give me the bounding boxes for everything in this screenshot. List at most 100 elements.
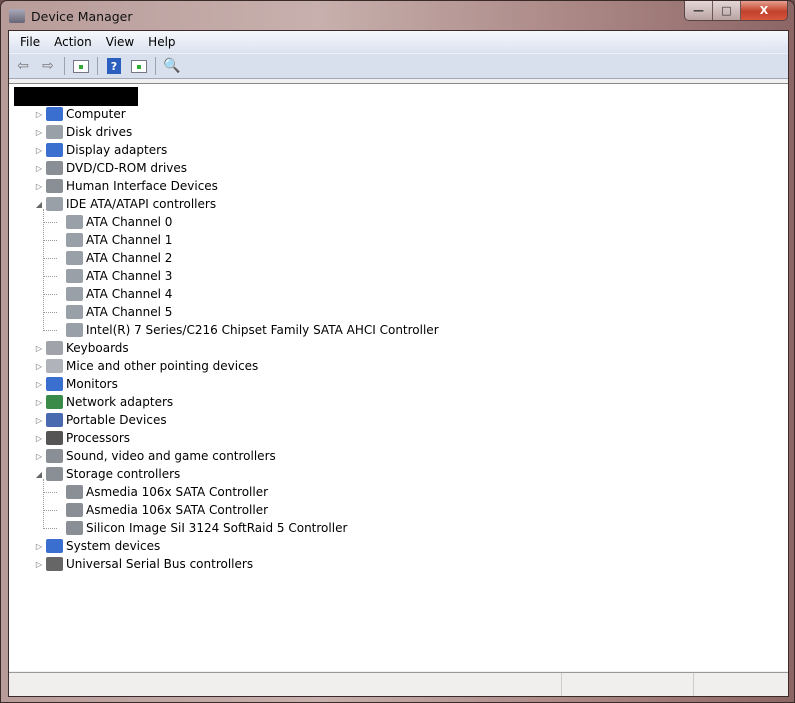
expand-arrow-icon[interactable]: ▷ <box>34 380 44 389</box>
expand-arrow-icon[interactable]: ▷ <box>34 452 44 461</box>
show-action-pane-icon[interactable] <box>128 56 150 76</box>
collapse-arrow-icon[interactable]: ◢ <box>34 200 44 209</box>
tree-item-label: Display adapters <box>66 143 168 157</box>
tree-item-label: Processors <box>66 431 131 445</box>
menu-view[interactable]: View <box>99 35 141 49</box>
tree-item-label: Storage controllers <box>66 467 181 481</box>
expand-arrow-icon[interactable]: ▷ <box>34 398 44 407</box>
maximize-button[interactable]: □ <box>713 1 741 20</box>
tree-item[interactable]: ▷ Human Interface Devices <box>34 177 218 195</box>
tree-item-label: Human Interface Devices <box>66 179 218 193</box>
tree-item-label: Portable Devices <box>66 413 167 427</box>
tree-item[interactable]: ATA Channel 4 <box>43 285 173 303</box>
speaker-icon <box>46 449 63 463</box>
tree-item[interactable]: ▷ System devices <box>34 537 160 555</box>
device-manager-window: Device Manager — □ X File Action View He… <box>0 0 795 703</box>
tree-item-label: ATA Channel 0 <box>86 215 173 229</box>
tree-item[interactable]: ▷ Disk drives <box>34 123 132 141</box>
dvd-drive-icon <box>46 161 63 175</box>
tree-item-label: Sound, video and game controllers <box>66 449 276 463</box>
ide-controller-icon <box>66 269 83 283</box>
tree-connector <box>43 528 57 529</box>
device-manager-icon <box>9 9 25 23</box>
storage-controller-icon <box>66 503 83 517</box>
tree-item[interactable]: ▷ Mice and other pointing devices <box>34 357 258 375</box>
show-hide-console-tree-icon[interactable] <box>70 56 92 76</box>
tree-item-label: ATA Channel 5 <box>86 305 173 319</box>
toolbar: ⇦ ⇨ ? 🔍 <box>9 53 788 79</box>
tree-connector <box>43 222 57 223</box>
tree-item[interactable]: ▷ Portable Devices <box>34 411 167 429</box>
device-tree: ▷ Computer ▷ Disk drives ▷ Display adapters ▷ D… <box>9 83 788 671</box>
ide-controller-icon <box>66 251 83 265</box>
redacted-computer-name <box>14 87 138 106</box>
tree-item[interactable]: ▷ Sound, video and game controllers <box>34 447 276 465</box>
storage-controller-icon <box>46 467 63 481</box>
tree-item[interactable]: ATA Channel 0 <box>43 213 173 231</box>
status-pane <box>562 673 694 696</box>
tree-item-label: Universal Serial Bus controllers <box>66 557 254 571</box>
processor-icon <box>46 431 63 445</box>
expand-arrow-icon[interactable]: ▷ <box>34 560 44 569</box>
network-adapter-icon <box>46 395 63 409</box>
expand-arrow-icon[interactable]: ▷ <box>34 164 44 173</box>
expand-arrow-icon[interactable]: ▷ <box>34 146 44 155</box>
tree-item-label: Asmedia 106x SATA Controller <box>86 485 269 499</box>
expand-arrow-icon[interactable]: ▷ <box>34 128 44 137</box>
expand-arrow-icon[interactable]: ▷ <box>34 362 44 371</box>
tree-item[interactable]: ▷ Display adapters <box>34 141 167 159</box>
minimize-button[interactable]: — <box>685 1 713 20</box>
close-button[interactable]: X <box>741 1 787 20</box>
tree-item[interactable]: Intel(R) 7 Series/C216 Chipset Family SA… <box>43 321 439 339</box>
tree-item[interactable]: ▷ Processors <box>34 429 130 447</box>
menu-action[interactable]: Action <box>47 35 99 49</box>
help-button[interactable]: ? <box>103 56 125 76</box>
tree-connector <box>43 330 57 331</box>
forward-arrow-icon[interactable]: ⇨ <box>37 56 59 76</box>
expand-arrow-icon[interactable]: ▷ <box>34 416 44 425</box>
tree-item[interactable]: ◢ Storage controllers <box>34 465 180 483</box>
menu-file[interactable]: File <box>13 35 47 49</box>
menu-help[interactable]: Help <box>141 35 182 49</box>
tree-item[interactable]: ATA Channel 2 <box>43 249 172 267</box>
keyboard-icon <box>46 341 63 355</box>
tree-item[interactable]: ATA Channel 5 <box>43 303 173 321</box>
system-device-icon <box>46 539 63 553</box>
tree-item[interactable]: ATA Channel 3 <box>43 267 173 285</box>
tree-connector <box>43 312 57 313</box>
tree-item[interactable]: ▷ DVD/CD-ROM drives <box>34 159 187 177</box>
tree-item-label: Network adapters <box>66 395 174 409</box>
tree-item[interactable]: ▷ Monitors <box>34 375 118 393</box>
tree-item[interactable]: ATA Channel 1 <box>43 231 172 249</box>
tree-item-label: Disk drives <box>66 125 133 139</box>
expand-arrow-icon[interactable]: ▷ <box>34 110 44 119</box>
collapse-arrow-icon[interactable]: ◢ <box>34 470 44 479</box>
tree-connector <box>43 240 57 241</box>
ide-controller-icon <box>66 287 83 301</box>
expand-arrow-icon[interactable]: ▷ <box>34 542 44 551</box>
tree-item[interactable]: ▷ Keyboards <box>34 339 129 357</box>
tree-connector <box>43 258 57 259</box>
scan-hardware-icon[interactable]: 🔍 <box>161 56 183 76</box>
storage-controller-icon <box>66 521 83 535</box>
tree-item-label: Computer <box>66 107 126 121</box>
tree-item[interactable]: ▷ Computer <box>34 105 126 123</box>
expand-arrow-icon[interactable]: ▷ <box>34 182 44 191</box>
tree-item-label: ATA Channel 3 <box>86 269 173 283</box>
tree-item[interactable]: Asmedia 106x SATA Controller <box>43 501 268 519</box>
tree-item-label: IDE ATA/ATAPI controllers <box>66 197 217 211</box>
tree-item-label: Silicon Image SiI 3124 SoftRaid 5 Contro… <box>86 521 348 535</box>
expand-arrow-icon[interactable]: ▷ <box>34 434 44 443</box>
mouse-icon <box>46 359 63 373</box>
storage-controller-icon <box>66 485 83 499</box>
tree-item[interactable]: ▷ Network adapters <box>34 393 173 411</box>
status-bar <box>9 672 788 696</box>
back-arrow-icon[interactable]: ⇦ <box>12 56 34 76</box>
tree-item-label: ATA Channel 4 <box>86 287 173 301</box>
tree-item[interactable]: Asmedia 106x SATA Controller <box>43 483 269 501</box>
tree-item[interactable]: Silicon Image SiI 3124 SoftRaid 5 Contro… <box>43 519 348 537</box>
tree-item[interactable]: ◢ IDE ATA/ATAPI controllers <box>34 195 216 213</box>
expand-arrow-icon[interactable]: ▷ <box>34 344 44 353</box>
ide-controller-icon <box>66 233 83 247</box>
tree-item[interactable]: ▷ Universal Serial Bus controllers <box>34 555 253 573</box>
